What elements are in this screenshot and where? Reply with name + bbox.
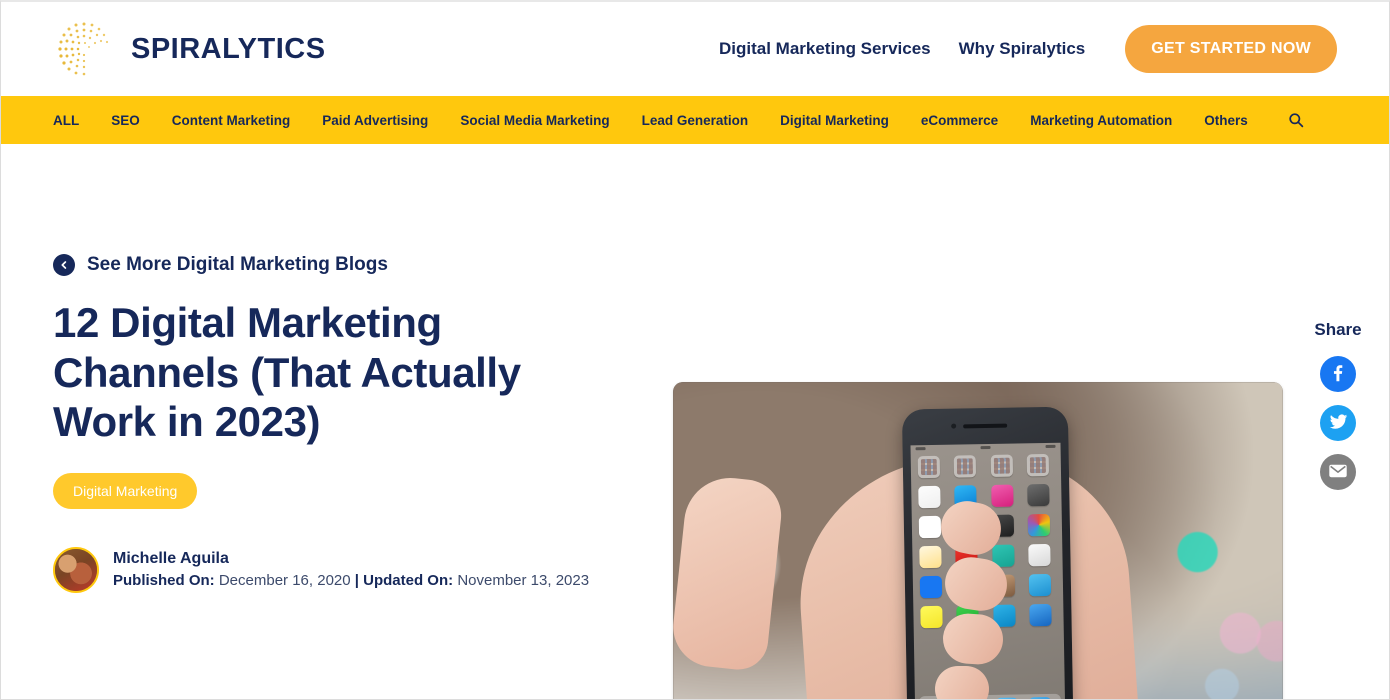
category-nav-bar: ALL SEO Content Marketing Paid Advertisi… xyxy=(1,96,1389,144)
chevron-left-circle-icon xyxy=(53,254,75,276)
published-date: December 16, 2020 xyxy=(218,572,351,590)
category-item-content-marketing[interactable]: Content Marketing xyxy=(172,113,291,128)
avatar xyxy=(53,546,99,593)
category-item-seo[interactable]: SEO xyxy=(111,113,140,128)
category-item-digital-marketing[interactable]: Digital Marketing xyxy=(780,113,889,128)
browser-viewport: SPIRALYTICS Digital Marketing Services W… xyxy=(0,0,1390,700)
nav-link-digital-marketing-services[interactable]: Digital Marketing Services xyxy=(719,39,931,59)
category-item-ecommerce[interactable]: eCommerce xyxy=(921,113,998,128)
share-twitter-button[interactable] xyxy=(1320,405,1356,441)
breadcrumb-label: See More Digital Marketing Blogs xyxy=(87,254,388,275)
category-item-lead-generation[interactable]: Lead Generation xyxy=(642,113,749,128)
category-item-others[interactable]: Others xyxy=(1204,113,1248,128)
get-started-button[interactable]: GET STARTED NOW xyxy=(1125,25,1337,73)
author-name: Michelle Aguila xyxy=(113,550,229,568)
share-facebook-button[interactable] xyxy=(1320,356,1356,392)
facebook-icon xyxy=(1327,362,1349,387)
date-separator: | xyxy=(354,572,359,590)
article-hero-section: See More Digital Marketing Blogs 12 Digi… xyxy=(1,144,1389,699)
breadcrumb-back-link[interactable]: See More Digital Marketing Blogs xyxy=(53,254,653,276)
published-label: Published On: xyxy=(113,572,215,590)
category-badge[interactable]: Digital Marketing xyxy=(53,472,198,509)
brand-name: SPIRALYTICS xyxy=(131,32,326,65)
hero-image xyxy=(673,382,1283,699)
category-item-social-media-marketing[interactable]: Social Media Marketing xyxy=(460,113,609,128)
share-rail: Share xyxy=(1309,320,1367,490)
search-icon[interactable] xyxy=(1288,112,1304,128)
share-title: Share xyxy=(1314,320,1362,339)
article-dates: Published On: December 16, 2020 | Update… xyxy=(113,570,589,592)
email-icon xyxy=(1328,461,1348,484)
site-header: SPIRALYTICS Digital Marketing Services W… xyxy=(1,2,1389,96)
finger-shape xyxy=(935,666,989,699)
nav-link-why-spiralytics[interactable]: Why Spiralytics xyxy=(959,39,1086,59)
updated-date: November 13, 2023 xyxy=(457,572,590,590)
twitter-icon xyxy=(1328,411,1349,435)
spiral-dots-logo-icon xyxy=(53,18,115,80)
updated-label: Updated On: xyxy=(363,572,454,590)
article-text-column: See More Digital Marketing Blogs 12 Digi… xyxy=(53,254,673,593)
category-item-paid-advertising[interactable]: Paid Advertising xyxy=(322,113,428,128)
page-title: 12 Digital Marketing Channels (That Actu… xyxy=(53,299,521,446)
author-byline: Michelle Aguila Published On: December 1… xyxy=(53,546,653,593)
thumb-shape xyxy=(673,473,785,673)
category-item-all[interactable]: ALL xyxy=(53,113,79,128)
category-item-marketing-automation[interactable]: Marketing Automation xyxy=(1030,113,1172,128)
site-logo[interactable]: SPIRALYTICS xyxy=(53,18,326,80)
primary-nav: Digital Marketing Services Why Spiralyti… xyxy=(719,25,1337,73)
share-email-button[interactable] xyxy=(1320,454,1356,490)
